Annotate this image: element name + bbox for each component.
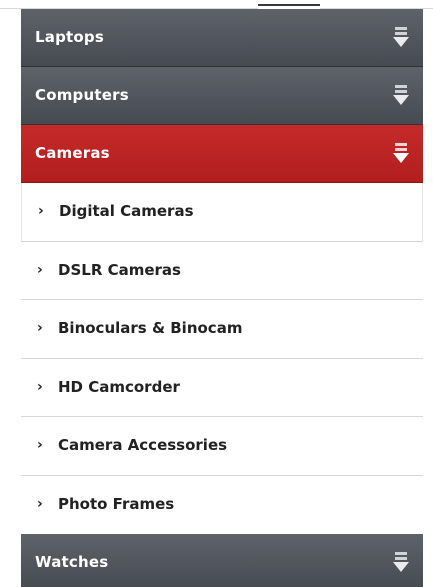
chevron-right-icon: › <box>37 495 43 512</box>
category-accordion-menu: Laptops Computers Cameras › Digital Came… <box>21 9 423 587</box>
subitem-dslr-cameras[interactable]: › DSLR Cameras <box>21 241 423 300</box>
chevron-right-icon: › <box>38 203 44 219</box>
drag-handle <box>258 4 320 6</box>
category-label: Watches <box>35 553 109 571</box>
category-computers[interactable]: Computers <box>21 67 423 125</box>
subitem-digital-cameras[interactable]: › Digital Cameras <box>21 183 423 242</box>
chevron-right-icon: › <box>37 320 43 336</box>
subitem-photo-frames[interactable]: › Photo Frames <box>21 475 423 534</box>
category-watches[interactable]: Watches <box>21 534 423 587</box>
chevron-right-icon: › <box>37 261 43 278</box>
category-label: Computers <box>35 86 129 104</box>
subitem-binoculars-binocam[interactable]: › Binoculars & Binocam <box>21 300 423 359</box>
subitem-label: HD Camcorder <box>58 377 180 396</box>
subitem-label: Camera Accessories <box>58 436 228 454</box>
category-cameras[interactable]: Cameras <box>21 125 423 183</box>
subitem-label: Binoculars & Binocam <box>58 319 243 337</box>
chevron-right-icon: › <box>37 437 43 453</box>
category-laptops[interactable]: Laptops <box>21 9 423 67</box>
page: Laptops Computers Cameras › Digital Came… <box>0 0 433 587</box>
expand-arrow-icon <box>393 85 409 105</box>
chevron-right-icon: › <box>37 378 43 395</box>
subitem-label: DSLR Cameras <box>58 260 181 279</box>
top-bar-remnant <box>0 0 433 9</box>
subitem-camera-accessories[interactable]: › Camera Accessories <box>21 417 423 476</box>
subitem-label: Photo Frames <box>58 494 175 513</box>
category-label: Cameras <box>35 144 110 162</box>
expand-arrow-icon <box>393 143 409 163</box>
expand-arrow-icon <box>393 552 409 572</box>
subitem-hd-camcorder[interactable]: › HD Camcorder <box>21 358 423 417</box>
subitem-label: Digital Cameras <box>59 202 194 220</box>
expand-arrow-icon <box>393 27 409 47</box>
category-label: Laptops <box>35 28 104 46</box>
